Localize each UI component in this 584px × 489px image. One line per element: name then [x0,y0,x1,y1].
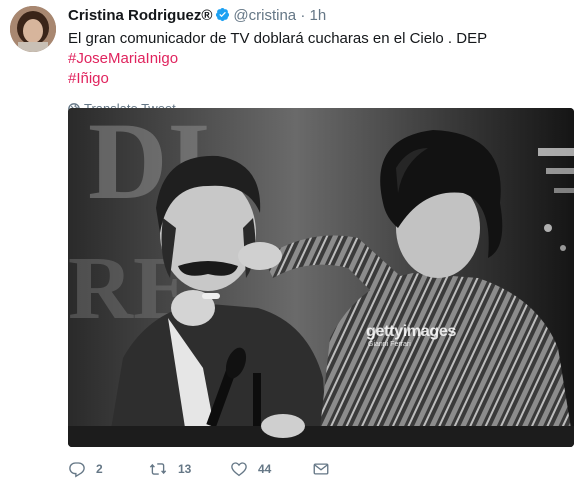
tweet-text: El gran comunicador de TV doblará cuchar… [68,29,574,89]
watermark-credit: Gianni Ferrari [368,341,411,348]
retweet-icon [149,463,167,475]
tweet-actions: 2 13 44 [68,458,368,480]
direct-message-button[interactable] [312,458,330,480]
handle[interactable]: @cristina [233,7,296,24]
separator: · [300,7,306,24]
watermark-brand: gettyimages [366,323,457,340]
tweet-header: Cristina Rodriguez® @cristina · 1h [68,6,574,26]
tweet-photo[interactable]: DI RE gettyimages Gianni Ferrari [68,108,574,447]
like-count: 44 [258,462,272,476]
hashtag-link[interactable]: #Iñigo [68,70,109,87]
getty-watermark: gettyimages Gianni Ferrari [366,323,456,348]
reply-button[interactable]: 2 [68,458,103,480]
avatar[interactable] [10,6,56,52]
tweet: Cristina Rodriguez® @cristina · 1h El gra… [0,0,584,489]
timestamp[interactable]: 1h [310,7,327,24]
tweet-text-plain: El gran comunicador de TV doblará cuchar… [68,30,487,47]
like-button[interactable]: 44 [230,458,271,480]
verified-badge-icon [216,7,230,22]
tweet-content: Cristina Rodriguez® @cristina · 1h El gra… [68,6,574,117]
retweet-button[interactable]: 13 [148,458,191,480]
display-name[interactable]: Cristina Rodriguez® [68,7,212,24]
reply-count: 2 [96,462,103,476]
heart-icon [231,462,247,477]
retweet-count: 13 [178,462,192,476]
hashtag-link[interactable]: #JoseMariaInigo [68,50,178,67]
reply-icon [69,462,85,478]
photo-image: DI RE [68,108,574,447]
envelope-icon [313,463,329,475]
